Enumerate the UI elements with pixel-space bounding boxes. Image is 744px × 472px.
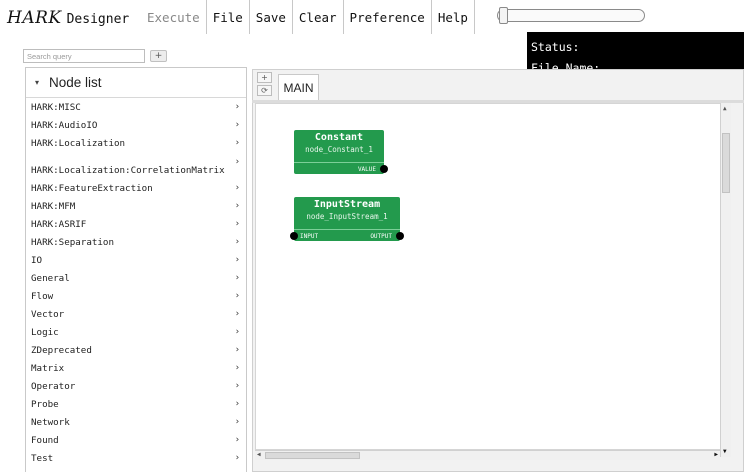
- chevron-right-icon: ›: [234, 237, 240, 247]
- node-list-item-label: Test: [31, 453, 54, 464]
- chevron-right-icon: ›: [234, 138, 240, 148]
- logo-designer-text: Designer: [66, 12, 130, 27]
- node-list-item-label: Network: [31, 417, 70, 428]
- node-inputstream[interactable]: InputStream node_InputStream_1 INPUT OUT…: [290, 197, 404, 241]
- chevron-right-icon: ›: [234, 345, 240, 355]
- chevron-right-icon: ›: [234, 327, 240, 337]
- node-list-item-label: HARK:Localization: [31, 138, 126, 149]
- scroll-right-icon[interactable]: ▶: [714, 451, 718, 458]
- file-menu[interactable]: File: [207, 0, 250, 34]
- zoom-slider-thumb[interactable]: [499, 7, 508, 24]
- node-list-item-label: General: [31, 273, 70, 284]
- chevron-right-icon: ›: [234, 417, 240, 427]
- chevron-right-icon: ›: [234, 435, 240, 445]
- node-list-item-label: HARK:MISC: [31, 102, 81, 113]
- chevron-right-icon: ›: [234, 309, 240, 319]
- app-logo: HARK Designer: [0, 0, 141, 34]
- chevron-right-icon: ›: [234, 399, 240, 409]
- node-list-item-label: HARK:AudioIO: [31, 120, 98, 131]
- node-list-item-label: HARK:Localization:CorrelationMatrix: [31, 165, 225, 176]
- chevron-right-icon: ›: [234, 219, 240, 229]
- search-input[interactable]: [23, 49, 145, 63]
- chevron-right-icon: ›: [234, 255, 240, 265]
- output-port-label: OUTPUT: [370, 233, 392, 240]
- node-list-item-label: Found: [31, 435, 59, 446]
- chevron-right-icon: ›: [234, 291, 240, 301]
- scroll-left-icon[interactable]: ◀: [257, 451, 261, 458]
- vertical-scroll-thumb[interactable]: [722, 133, 730, 193]
- chevron-right-icon: ›: [234, 453, 240, 463]
- reload-tab-button[interactable]: ⟳: [257, 85, 272, 96]
- node-list-item-label: HARK:ASRIF: [31, 219, 87, 230]
- node-list-item-label: Operator: [31, 381, 76, 392]
- tab-main[interactable]: MAIN: [278, 74, 319, 101]
- node-title: Constant: [314, 132, 364, 143]
- input-port-label: INPUT: [300, 233, 319, 240]
- execute-menu[interactable]: Execute: [141, 0, 207, 34]
- output-port-dot[interactable]: [396, 232, 404, 240]
- node-ports: INPUT OUTPUT: [290, 229, 404, 241]
- clear-menu[interactable]: Clear: [293, 0, 344, 34]
- help-menu[interactable]: Help: [432, 0, 475, 34]
- search-add-button[interactable]: +: [150, 50, 167, 62]
- horizontal-scroll-thumb[interactable]: [265, 452, 360, 459]
- save-menu[interactable]: Save: [250, 0, 293, 34]
- network-canvas[interactable]: Constant node_Constant_1 VALUE InputStre…: [255, 103, 721, 450]
- node-list-item-label: HARK:FeatureExtraction: [31, 183, 153, 194]
- chevron-right-icon: ›: [234, 157, 240, 167]
- output-port-label: VALUE: [357, 166, 376, 173]
- chevron-right-icon: ›: [234, 102, 240, 112]
- chevron-right-icon: ›: [234, 120, 240, 130]
- horizontal-scrollbar[interactable]: ◀ ▶: [255, 450, 720, 460]
- preference-menu[interactable]: Preference: [344, 0, 432, 34]
- node-list-item-label: Matrix: [31, 363, 65, 374]
- chevron-right-icon: ›: [234, 363, 240, 373]
- add-tab-button[interactable]: +: [257, 72, 272, 83]
- node-list-item-label: ZDeprecated: [31, 345, 92, 356]
- node-list-item-label: Flow: [31, 291, 54, 302]
- node-list-item-label: HARK:Separation: [31, 237, 114, 248]
- input-port-dot[interactable]: [290, 232, 298, 240]
- node-list-panel: ▾ Node list HARK:MISC › HARK:AudioIO › HARK:…: [25, 67, 247, 472]
- node-id: node_Constant_1: [305, 145, 373, 154]
- logo-hark-text: HARK: [7, 8, 62, 28]
- node-constant[interactable]: Constant node_Constant_1 VALUE: [294, 130, 388, 174]
- node-list-item-label: Vector: [31, 309, 65, 320]
- chevron-right-icon: ›: [234, 273, 240, 283]
- node-list-item-label: HARK:MFM: [31, 201, 76, 212]
- zoom-slider[interactable]: [497, 7, 645, 24]
- node-title: InputStream: [313, 199, 381, 210]
- node-list-item-label: IO: [31, 255, 43, 266]
- node-list-header[interactable]: ▾ Node list: [26, 68, 246, 98]
- output-port-dot[interactable]: [380, 165, 388, 173]
- scroll-down-icon[interactable]: ▼: [723, 448, 727, 455]
- node-ports: VALUE: [294, 162, 388, 174]
- caret-down-icon: ▾: [35, 78, 40, 87]
- chevron-right-icon: ›: [234, 381, 240, 391]
- tab-tools: + ⟳: [257, 72, 274, 98]
- chevron-right-icon: ›: [234, 201, 240, 211]
- vertical-scrollbar[interactable]: ▲ ▼: [720, 103, 731, 457]
- node-list-item-label: Logic: [31, 327, 59, 338]
- chevron-right-icon: ›: [234, 183, 240, 193]
- scroll-up-icon[interactable]: ▲: [723, 105, 727, 112]
- node-id: node_InputStream_1: [306, 212, 388, 221]
- status-label: Status:: [531, 40, 580, 54]
- node-list-title: Node list: [49, 75, 102, 90]
- node-list-item-label: Probe: [31, 399, 59, 410]
